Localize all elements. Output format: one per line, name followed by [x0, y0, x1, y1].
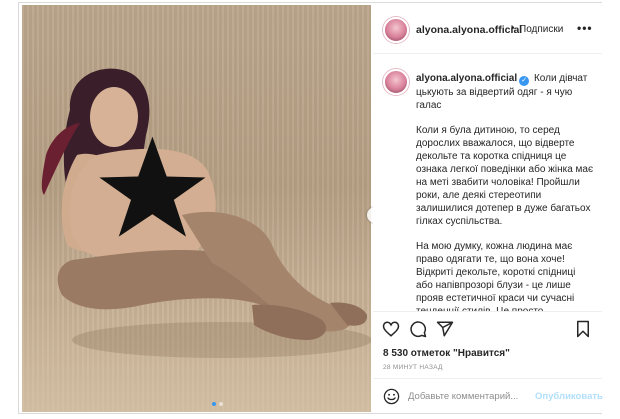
header-username[interactable]: alyona.alyona.official	[416, 24, 522, 36]
caption-paragraph-2: На мою думку, кожна людина має право одя…	[416, 241, 576, 311]
post-header: alyona.alyona.official • Подписки •••	[373, 3, 602, 54]
comment-input[interactable]	[408, 391, 528, 402]
likes-count[interactable]: 8 530 отметок "Нравится"	[383, 348, 510, 359]
instagram-post-window: › alyona.alyona.official • Подписки ••• …	[18, 2, 603, 414]
caption: alyona.alyona.official ✓ Коли дівчат цьку…	[416, 72, 594, 311]
photo-figure	[41, 68, 371, 358]
verified-icon: ✓	[519, 76, 530, 86]
share-icon[interactable]	[436, 320, 454, 338]
caption-paragraph-1: Коли я була дитиною, то серед дорослих в…	[416, 125, 594, 227]
caption-username[interactable]: alyona.alyona.official	[416, 73, 517, 84]
post-timestamp[interactable]: 28 МИНУТ НАЗАД	[383, 364, 443, 371]
carousel-dot	[219, 402, 223, 406]
header-separator: •	[511, 23, 515, 34]
more-options-icon[interactable]: •••	[577, 21, 593, 35]
heart-icon[interactable]	[382, 320, 400, 338]
avatar[interactable]	[383, 17, 409, 43]
carousel-dots	[212, 402, 223, 406]
action-bar: 8 530 отметок "Нравится" 28 МИНУТ НАЗАД …	[373, 311, 603, 414]
caption-avatar[interactable]	[383, 69, 409, 95]
bookmark-icon[interactable]	[574, 320, 592, 338]
carousel-dot-active	[212, 402, 216, 406]
smile-icon[interactable]	[383, 388, 400, 405]
following-button[interactable]: Подписки	[519, 24, 563, 35]
caption-area: alyona.alyona.official ✓ Коли дівчат цьку…	[373, 55, 602, 311]
post-sidebar: alyona.alyona.official • Подписки ••• al…	[373, 3, 603, 414]
post-photo[interactable]	[22, 5, 371, 412]
comment-bar: Опубликовать	[373, 378, 603, 414]
comment-icon[interactable]	[409, 320, 427, 338]
publish-button[interactable]: Опубликовать	[535, 391, 603, 402]
